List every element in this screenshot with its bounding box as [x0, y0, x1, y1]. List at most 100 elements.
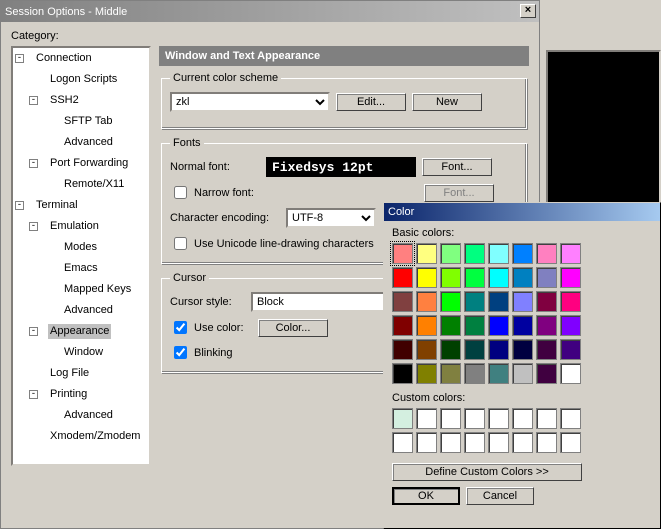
- basic-color-swatch[interactable]: [512, 243, 533, 264]
- basic-color-swatch[interactable]: [488, 363, 509, 384]
- basic-color-swatch[interactable]: [392, 339, 413, 360]
- cursor-style-select[interactable]: Block: [251, 292, 401, 312]
- basic-color-swatch[interactable]: [440, 363, 461, 384]
- custom-color-swatch[interactable]: [488, 432, 509, 453]
- unicode-lines-checkbox[interactable]: [174, 237, 187, 250]
- basic-color-swatch[interactable]: [560, 363, 581, 384]
- tree-node-connection[interactable]: Connection: [34, 51, 94, 66]
- narrow-font-checkbox[interactable]: [174, 186, 187, 199]
- basic-color-swatch[interactable]: [416, 267, 437, 288]
- tree-node-ssh2[interactable]: SSH2: [48, 93, 81, 108]
- tree-node-portfwd[interactable]: Port Forwarding: [48, 156, 130, 171]
- basic-color-swatch[interactable]: [536, 339, 557, 360]
- basic-color-swatch[interactable]: [512, 339, 533, 360]
- basic-color-swatch[interactable]: [512, 315, 533, 336]
- basic-color-swatch[interactable]: [536, 315, 557, 336]
- basic-color-swatch[interactable]: [464, 363, 485, 384]
- tree-node-logon[interactable]: Logon Scripts: [48, 72, 119, 87]
- basic-color-swatch[interactable]: [560, 243, 581, 264]
- ok-button[interactable]: OK: [392, 487, 460, 505]
- tree-node-modes[interactable]: Modes: [62, 240, 99, 255]
- basic-color-swatch[interactable]: [392, 291, 413, 312]
- custom-color-swatch[interactable]: [416, 408, 437, 429]
- tree-node-sftp[interactable]: SFTP Tab: [62, 114, 115, 129]
- edit-scheme-button[interactable]: Edit...: [336, 93, 406, 111]
- basic-color-swatch[interactable]: [488, 291, 509, 312]
- basic-color-swatch[interactable]: [488, 315, 509, 336]
- tree-node-remotex11[interactable]: Remote/X11: [62, 177, 126, 192]
- custom-color-swatch[interactable]: [464, 432, 485, 453]
- basic-color-swatch[interactable]: [488, 243, 509, 264]
- basic-color-swatch[interactable]: [464, 267, 485, 288]
- define-custom-button[interactable]: Define Custom Colors >>: [392, 463, 582, 481]
- custom-color-swatch[interactable]: [536, 432, 557, 453]
- basic-color-swatch[interactable]: [440, 339, 461, 360]
- tree-node-emacs[interactable]: Emacs: [62, 261, 100, 276]
- basic-color-swatch[interactable]: [536, 363, 557, 384]
- custom-color-swatch[interactable]: [440, 408, 461, 429]
- tree-node-em-advanced[interactable]: Advanced: [62, 303, 115, 318]
- custom-color-swatch[interactable]: [512, 432, 533, 453]
- tree-node-mappedkeys[interactable]: Mapped Keys: [62, 282, 133, 297]
- basic-color-swatch[interactable]: [536, 243, 557, 264]
- tree-node-appearance[interactable]: Appearance: [48, 324, 111, 339]
- expand-icon[interactable]: -: [15, 201, 24, 210]
- category-tree[interactable]: - Connection Logon Scripts - SSH2 SFTP Tab…: [11, 46, 151, 466]
- tree-node-logfile[interactable]: Log File: [48, 366, 91, 381]
- colorscheme-select[interactable]: zkl: [170, 92, 330, 112]
- basic-color-swatch[interactable]: [488, 339, 509, 360]
- expand-icon[interactable]: -: [29, 327, 38, 336]
- custom-color-swatch[interactable]: [488, 408, 509, 429]
- basic-color-swatch[interactable]: [536, 267, 557, 288]
- expand-icon[interactable]: -: [15, 54, 24, 63]
- expand-icon[interactable]: -: [29, 159, 38, 168]
- basic-color-swatch[interactable]: [512, 291, 533, 312]
- new-scheme-button[interactable]: New: [412, 93, 482, 111]
- basic-color-swatch[interactable]: [416, 243, 437, 264]
- close-button[interactable]: ×: [520, 4, 536, 18]
- normal-font-button[interactable]: Font...: [422, 158, 492, 176]
- basic-color-swatch[interactable]: [512, 363, 533, 384]
- custom-color-swatch[interactable]: [392, 408, 413, 429]
- use-color-checkbox[interactable]: [174, 321, 187, 334]
- basic-color-swatch[interactable]: [416, 363, 437, 384]
- basic-color-swatch[interactable]: [392, 315, 413, 336]
- basic-color-swatch[interactable]: [464, 339, 485, 360]
- expand-icon[interactable]: -: [29, 96, 38, 105]
- encoding-select[interactable]: UTF-8: [286, 208, 376, 228]
- expand-icon[interactable]: -: [29, 222, 38, 231]
- basic-color-swatch[interactable]: [560, 291, 581, 312]
- cancel-button[interactable]: Cancel: [466, 487, 534, 505]
- custom-color-swatch[interactable]: [560, 408, 581, 429]
- basic-color-swatch[interactable]: [392, 363, 413, 384]
- custom-color-swatch[interactable]: [440, 432, 461, 453]
- basic-color-swatch[interactable]: [560, 339, 581, 360]
- tree-node-window[interactable]: Window: [62, 345, 105, 360]
- custom-color-swatch[interactable]: [560, 432, 581, 453]
- basic-color-swatch[interactable]: [416, 315, 437, 336]
- tree-node-advanced[interactable]: Advanced: [62, 135, 115, 150]
- tree-node-emulation[interactable]: Emulation: [48, 219, 101, 234]
- cursor-color-button[interactable]: Color...: [258, 319, 328, 337]
- basic-color-swatch[interactable]: [464, 315, 485, 336]
- expand-icon[interactable]: -: [29, 390, 38, 399]
- blinking-checkbox[interactable]: [174, 346, 187, 359]
- basic-color-swatch[interactable]: [392, 243, 413, 264]
- basic-color-swatch[interactable]: [440, 315, 461, 336]
- custom-color-swatch[interactable]: [464, 408, 485, 429]
- basic-color-swatch[interactable]: [536, 291, 557, 312]
- basic-color-swatch[interactable]: [416, 291, 437, 312]
- custom-color-swatch[interactable]: [512, 408, 533, 429]
- basic-color-swatch[interactable]: [488, 267, 509, 288]
- tree-node-terminal[interactable]: Terminal: [34, 198, 80, 213]
- basic-color-swatch[interactable]: [440, 291, 461, 312]
- basic-color-swatch[interactable]: [512, 267, 533, 288]
- tree-node-printing[interactable]: Printing: [48, 387, 89, 402]
- basic-color-swatch[interactable]: [416, 339, 437, 360]
- basic-color-swatch[interactable]: [440, 243, 461, 264]
- basic-color-swatch[interactable]: [464, 243, 485, 264]
- basic-color-swatch[interactable]: [392, 267, 413, 288]
- custom-color-swatch[interactable]: [392, 432, 413, 453]
- basic-color-swatch[interactable]: [560, 315, 581, 336]
- tree-node-print-adv[interactable]: Advanced: [62, 408, 115, 423]
